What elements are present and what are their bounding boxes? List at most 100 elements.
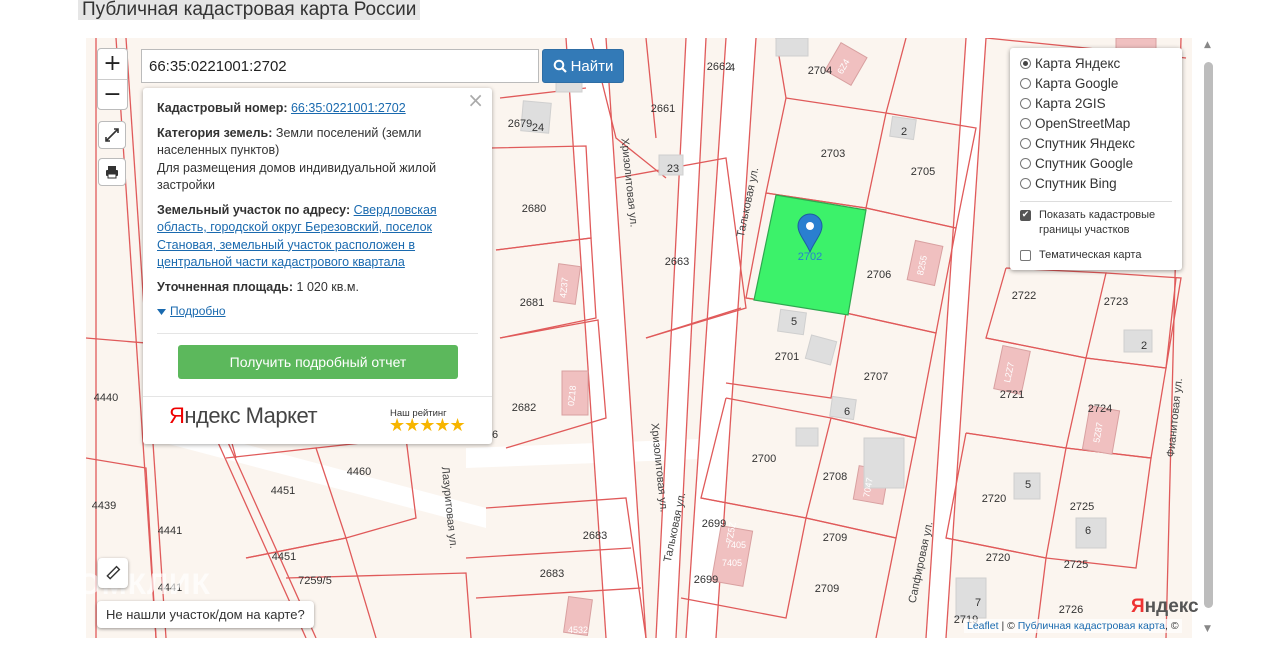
zoom-out-button[interactable]: − bbox=[98, 79, 127, 109]
svg-text:Фианитовая ул.: Фианитовая ул. bbox=[1165, 378, 1185, 458]
svg-text:2699: 2699 bbox=[694, 574, 718, 586]
svg-text:2722: 2722 bbox=[1012, 290, 1036, 302]
layer-option-google-satellite[interactable]: Спутник Google bbox=[1020, 153, 1172, 173]
svg-text:2705: 2705 bbox=[911, 166, 935, 178]
checkbox-checked-icon[interactable]: ✔ bbox=[1020, 210, 1031, 221]
svg-text:4439: 4439 bbox=[92, 500, 116, 512]
zoom-in-button[interactable]: + bbox=[98, 49, 127, 79]
svg-text:2725: 2725 bbox=[1070, 501, 1094, 513]
svg-text:2709: 2709 bbox=[815, 583, 839, 595]
svg-text:2708: 2708 bbox=[823, 471, 847, 483]
svg-text:2707: 2707 bbox=[864, 371, 888, 383]
cadastral-search-input[interactable] bbox=[141, 49, 539, 83]
fullscreen-button[interactable] bbox=[98, 121, 126, 149]
cadastral-number-row: Кадастровый номер: 66:35:0221001:2702 bbox=[157, 101, 406, 115]
expand-icon bbox=[105, 128, 119, 142]
yandex-market-logo: Яндекс Маркет bbox=[169, 403, 318, 428]
printer-icon bbox=[106, 166, 118, 179]
scroll-thumb[interactable] bbox=[1204, 62, 1213, 608]
svg-text:2683: 2683 bbox=[583, 530, 607, 542]
svg-text:2704: 2704 bbox=[808, 65, 832, 77]
radio-icon[interactable] bbox=[1020, 157, 1031, 169]
layer-option-yandex-satellite[interactable]: Спутник Яндекс bbox=[1020, 133, 1172, 153]
svg-text:2709: 2709 bbox=[823, 532, 847, 544]
search-button-label: Найти bbox=[570, 57, 614, 75]
svg-text:7405: 7405 bbox=[726, 540, 746, 550]
get-report-button[interactable]: Получить подробный отчет bbox=[178, 344, 458, 379]
print-button[interactable] bbox=[98, 158, 126, 186]
details-toggle[interactable]: Подробно bbox=[157, 303, 478, 334]
yandex-market-ad[interactable]: Яндекс Маркет Наш рейтинг ★★★★★ bbox=[143, 396, 492, 444]
area-row: Уточненная площадь: 1 020 кв.м. bbox=[157, 279, 359, 294]
svg-text:4Z37: 4Z37 bbox=[558, 277, 570, 298]
layer-option-2gis-map[interactable]: Карта 2GIS bbox=[1020, 93, 1172, 113]
svg-text:2663: 2663 bbox=[665, 256, 689, 268]
scroll-up-icon[interactable]: ▲ bbox=[1204, 40, 1211, 50]
radio-icon[interactable] bbox=[1020, 117, 1031, 129]
layer-switcher: Карта Яндекс Карта Google Карта 2GIS Ope… bbox=[1010, 48, 1182, 270]
cadastral-number-link[interactable]: 66:35:0221001:2702 bbox=[291, 101, 406, 115]
svg-text:2702: 2702 bbox=[798, 251, 822, 263]
svg-text:0Z18: 0Z18 bbox=[566, 385, 578, 406]
layer-option-yandex-map[interactable]: Карта Яндекс bbox=[1020, 53, 1172, 73]
land-category-row: Категория земель: Земли поселений (земли… bbox=[157, 125, 422, 158]
svg-text:2683: 2683 bbox=[540, 568, 564, 580]
divider bbox=[1020, 201, 1172, 202]
svg-text:2682: 2682 bbox=[512, 402, 536, 414]
not-found-button[interactable]: Не нашли участок/дом на карте? bbox=[97, 601, 314, 628]
show-boundaries-checkbox[interactable]: ✔ Показать кадастровые границы участков bbox=[1020, 208, 1172, 238]
radio-icon[interactable] bbox=[1020, 57, 1031, 69]
checkbox-icon[interactable] bbox=[1020, 250, 1031, 261]
svg-text:4441: 4441 bbox=[158, 525, 182, 537]
svg-text:2724: 2724 bbox=[1088, 403, 1112, 415]
map-scrollbar[interactable]: ▲ ▼ bbox=[1200, 38, 1218, 638]
svg-text:4440: 4440 bbox=[94, 392, 118, 404]
yandex-logo: Яндекс bbox=[1131, 596, 1199, 617]
svg-text:4451: 4451 bbox=[271, 485, 295, 497]
svg-text:5: 5 bbox=[791, 316, 797, 328]
svg-text:5: 5 bbox=[1025, 479, 1031, 491]
svg-text:2721: 2721 bbox=[1000, 389, 1024, 401]
svg-text:2720: 2720 bbox=[982, 493, 1006, 505]
svg-text:4460: 4460 bbox=[347, 466, 371, 478]
thematic-map-checkbox[interactable]: Тематическая карта bbox=[1020, 248, 1172, 263]
svg-text:2: 2 bbox=[1141, 340, 1147, 352]
radio-icon[interactable] bbox=[1020, 177, 1031, 189]
layer-option-google-map[interactable]: Карта Google bbox=[1020, 73, 1172, 93]
svg-text:2720: 2720 bbox=[986, 552, 1010, 564]
svg-text:2661: 2661 bbox=[651, 103, 675, 115]
svg-text:4451: 4451 bbox=[272, 551, 296, 563]
svg-text:2699: 2699 bbox=[702, 518, 726, 530]
svg-text:7: 7 bbox=[975, 597, 981, 609]
svg-text:2662: 2662 bbox=[707, 61, 731, 73]
svg-text:2726: 2726 bbox=[1059, 604, 1083, 616]
close-icon[interactable]: × bbox=[467, 90, 484, 109]
svg-text:2: 2 bbox=[901, 126, 907, 138]
svg-text:2723: 2723 bbox=[1104, 296, 1128, 308]
svg-text:6: 6 bbox=[1085, 525, 1091, 537]
svg-text:2680: 2680 bbox=[522, 203, 546, 215]
svg-text:7405: 7405 bbox=[722, 558, 742, 568]
svg-text:4532: 4532 bbox=[568, 625, 588, 635]
svg-text:2725: 2725 bbox=[1064, 559, 1088, 571]
zoom-control: + − bbox=[97, 48, 128, 110]
pkk-link[interactable]: Публичная кадастровая карта bbox=[1018, 620, 1165, 632]
layer-option-osm[interactable]: OpenStreetMap bbox=[1020, 113, 1172, 133]
rating-stars-icon: ★★★★★ bbox=[389, 415, 466, 436]
leaflet-link[interactable]: Leaflet bbox=[967, 620, 999, 632]
svg-text:2706: 2706 bbox=[867, 269, 891, 281]
page-title: Публичная кадастровая карта России bbox=[78, 0, 421, 20]
domclick-watermark: ДОМКЛИК bbox=[55, 568, 211, 601]
map-attribution: Leaflet | © Публичная кадастровая карта,… bbox=[964, 619, 1182, 633]
svg-text:6: 6 bbox=[844, 406, 850, 418]
radio-icon[interactable] bbox=[1020, 97, 1031, 109]
search-button[interactable]: Найти bbox=[542, 49, 624, 83]
svg-text:Хризолитовая ул.: Хризолитовая ул. bbox=[618, 138, 639, 228]
layer-option-bing-satellite[interactable]: Спутник Bing bbox=[1020, 173, 1172, 193]
radio-icon[interactable] bbox=[1020, 77, 1031, 89]
measure-button[interactable] bbox=[98, 558, 128, 588]
svg-text:2681: 2681 bbox=[520, 297, 544, 309]
radio-icon[interactable] bbox=[1020, 137, 1031, 149]
scroll-down-icon[interactable]: ▼ bbox=[1204, 624, 1211, 634]
address-row: Земельный участок по адресу: Свердловска… bbox=[157, 202, 437, 270]
